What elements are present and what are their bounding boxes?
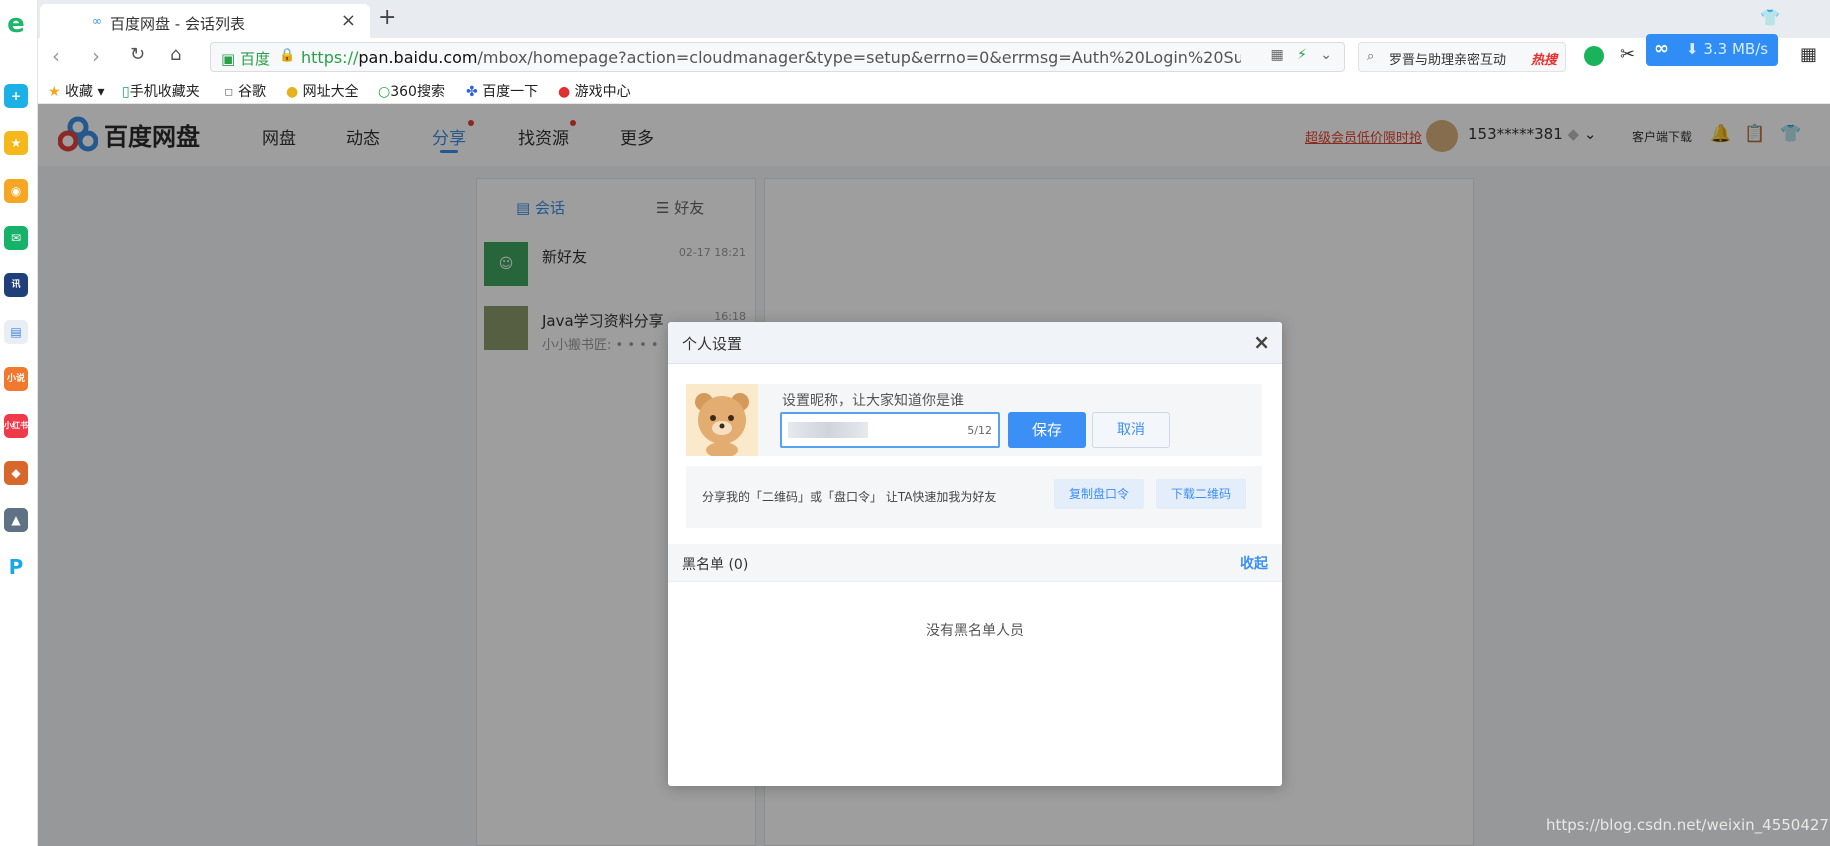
refresh-icon[interactable]: ↻ [130, 44, 145, 65]
active-tab[interactable]: ∞ 百度网盘 - 会话列表 × [40, 4, 370, 38]
document-icon[interactable]: ▤ [4, 320, 28, 344]
url-text: https://pan.baidu.com/mbox/homepage?acti… [301, 48, 1241, 67]
home-icon[interactable]: ⌂ [170, 44, 181, 65]
bookmark-360-search[interactable]: ○360搜索 [378, 81, 445, 101]
blurred-nickname [788, 422, 868, 438]
pixiv-app-icon[interactable]: P [4, 555, 28, 579]
bookmark-baidu[interactable]: ✤ 百度一下 [466, 81, 538, 101]
close-icon[interactable]: × [1253, 330, 1270, 354]
baidu-pan-cloud-icon: ∞ [1654, 38, 1669, 59]
bookmark-mobile[interactable]: ▯手机收藏夹 [122, 81, 200, 101]
save-button[interactable]: 保存 [1008, 412, 1086, 448]
apps-grid-icon[interactable]: ▦ [1800, 44, 1817, 65]
forward-icon[interactable]: › [92, 44, 100, 68]
add-app-icon[interactable]: + [4, 84, 28, 108]
bookmark-google[interactable]: ▫ 谷歌 [224, 81, 266, 101]
skin-icon[interactable]: 👕 [1760, 8, 1780, 27]
address-actions[interactable]: ▦ ⚡ ⌄ [1270, 47, 1332, 63]
back-icon[interactable]: ‹ [52, 44, 60, 68]
search-suggestion: 罗晋与助理亲密互动 [1389, 53, 1507, 68]
novel-app-icon[interactable]: 小说 [4, 367, 28, 391]
dialog-header [668, 322, 1282, 364]
bookmark-favorites[interactable]: ★ 收藏 ▾ [48, 81, 105, 101]
weibo-icon[interactable]: ◉ [4, 179, 28, 203]
share-description: 分享我的「二维码」或「盘口令」 让TA快速加我为好友 [702, 490, 997, 504]
verified-site-badge: ▣ 百度 [221, 50, 270, 68]
collapse-link[interactable]: 收起 [1240, 553, 1268, 573]
xiaohongshu-icon[interactable]: 小红书 [4, 414, 28, 438]
nickname-input[interactable]: 5/12 [780, 412, 1000, 448]
bookmarks-bar: ★ 收藏 ▾ ▯手机收藏夹 ▫ 谷歌 ● 网址大全 ○360搜索 ✤ 百度一下 … [38, 76, 1830, 104]
search-icon: ⌕ [1367, 49, 1375, 64]
globe-icon: ● [286, 84, 299, 100]
bookmark-site-nav[interactable]: ● 网址大全 [286, 81, 359, 101]
download-speed-widget[interactable]: ∞ ⬇ 3.3 MB/s [1646, 34, 1778, 66]
page-icon: ▫ [224, 84, 234, 100]
nickname-char-count: 5/12 [967, 424, 992, 437]
game-center-icon: ● [558, 84, 571, 100]
browser-sidebar: e + ★ ◉ ✉ 讯 ▤ 小说 小红书 ◆ ▲ P [0, 0, 38, 846]
baidu-paw-icon: ✤ [466, 84, 478, 100]
green-extension-icon[interactable] [1584, 46, 1604, 66]
cancel-button[interactable]: 取消 [1092, 412, 1170, 448]
ie-browser-icon[interactable]: e [4, 11, 28, 37]
lock-icon: 🔒 [279, 48, 296, 63]
game-app-icon-2[interactable]: ▲ [4, 508, 28, 532]
new-tab-icon[interactable]: + [378, 5, 396, 30]
favorite-star-icon[interactable]: ★ [4, 131, 28, 155]
blacklist-header [668, 544, 1282, 582]
blacklist-empty-text: 没有黑名单人员 [926, 623, 1024, 639]
phone-icon: ▯ [122, 84, 130, 100]
address-bar[interactable]: ▣ 百度 🔒 https://pan.baidu.com/mbox/homepa… [210, 42, 1345, 72]
personal-settings-dialog: 个人设置 × 设置昵称，让大家知道你是谁 5/12 保存 取消 分享我的「二维码… [668, 322, 1282, 786]
tab-close-icon[interactable]: × [341, 10, 356, 31]
download-speed-value: ⬇ 3.3 MB/s [1686, 40, 1769, 58]
browser-search-box[interactable]: ⌕ 罗晋与助理亲密互动 热搜 [1358, 42, 1566, 72]
nickname-label: 设置昵称，让大家知道你是谁 [782, 393, 964, 409]
baidu-pan-favicon-icon: ∞ [92, 14, 102, 28]
blacklist-title: 黑名单 (0) [682, 557, 749, 573]
hot-search-badge: 热搜 [1530, 53, 1557, 68]
csdn-watermark: https://blog.csdn.net/weixin_45504270 [1546, 816, 1830, 834]
scissors-icon[interactable]: ✂ [1620, 44, 1635, 65]
game-app-icon[interactable]: ◆ [4, 461, 28, 485]
news-app-icon[interactable]: 讯 [4, 273, 28, 297]
bear-avatar[interactable] [686, 384, 758, 456]
star-icon: ★ [48, 84, 61, 100]
bookmark-game-center[interactable]: ● 游戏中心 [558, 81, 631, 101]
mail-icon[interactable]: ✉ [4, 226, 28, 250]
360-icon: ○ [378, 84, 391, 100]
download-qr-button[interactable]: 下载二维码 [1156, 479, 1246, 509]
tab-title: 百度网盘 - 会话列表 [110, 15, 245, 33]
dialog-title: 个人设置 [682, 335, 743, 353]
copy-code-button[interactable]: 复制盘口令 [1054, 479, 1144, 509]
